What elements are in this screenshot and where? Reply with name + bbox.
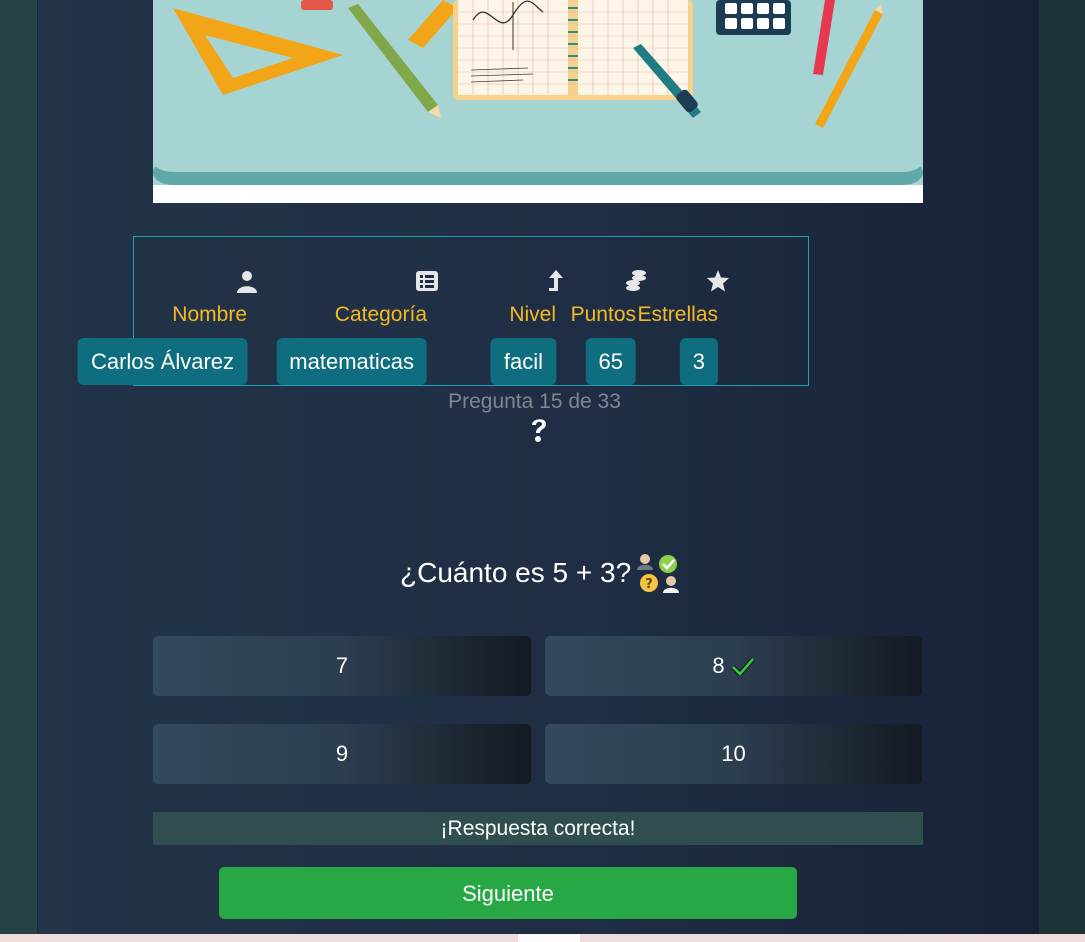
level-up-icon bbox=[549, 270, 563, 291]
player-stats-panel: Nombre Carlos Álvarez Categoría matemati… bbox=[77, 236, 809, 386]
bottom-bar bbox=[0, 934, 1085, 942]
stat-category-label: Categoría bbox=[334, 303, 428, 326]
question-text: ¿Cuánto es 5 + 3? bbox=[400, 557, 632, 588]
answer-label: 7 bbox=[335, 653, 349, 678]
svg-text:?: ? bbox=[645, 577, 653, 592]
stat-stars-label: Estrellas bbox=[637, 303, 718, 326]
question-mark-icon bbox=[532, 419, 546, 442]
correct-check-icon bbox=[730, 657, 755, 676]
banner-image bbox=[153, 0, 923, 203]
user-icon bbox=[237, 271, 257, 293]
right-margin bbox=[1039, 0, 1085, 934]
answer-label: 9 bbox=[335, 741, 349, 766]
answer-label: 8 bbox=[712, 653, 725, 678]
star-icon bbox=[707, 270, 729, 292]
answer-feedback: ¡Respuesta correcta! bbox=[153, 812, 923, 845]
stat-level-label: Nivel bbox=[509, 303, 556, 326]
answer-option-4[interactable]: 10 bbox=[545, 724, 922, 784]
stat-points-label: Puntos bbox=[570, 303, 637, 326]
bottom-bar-tab bbox=[518, 934, 580, 942]
answer-option-1[interactable]: 7 bbox=[153, 636, 531, 696]
quiz-people-icon: ? bbox=[637, 554, 680, 593]
question: ¿Cuánto es 5 + 3? ? bbox=[400, 552, 681, 594]
answer-option-2[interactable]: 8 bbox=[545, 636, 922, 696]
list-icon bbox=[416, 271, 438, 291]
stat-points-value: 65 bbox=[585, 338, 637, 385]
stat-level-value: facil bbox=[490, 338, 556, 385]
stat-stars-value: 3 bbox=[679, 338, 718, 385]
coins-icon bbox=[626, 270, 646, 291]
answer-option-3[interactable]: 9 bbox=[153, 724, 531, 784]
question-progress: Pregunta 15 de 33 bbox=[448, 390, 621, 413]
stat-category-value: matematicas bbox=[276, 338, 427, 385]
answer-label: 10 bbox=[721, 741, 746, 766]
stat-name-value: Carlos Álvarez bbox=[77, 338, 248, 385]
next-button[interactable]: Siguiente bbox=[219, 867, 797, 919]
stat-name-label: Nombre bbox=[172, 303, 248, 326]
